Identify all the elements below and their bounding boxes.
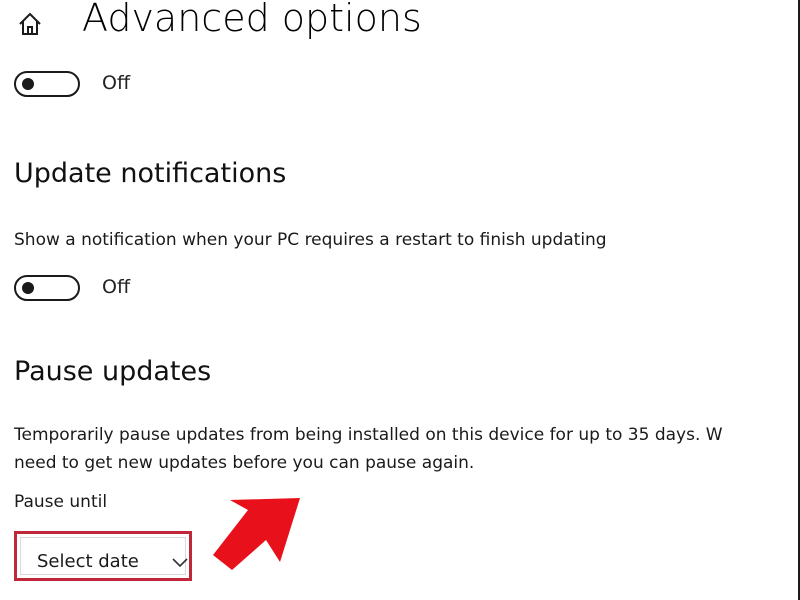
top-toggle-switch[interactable] [14,71,80,97]
select-date-dropdown[interactable]: Select date [14,531,192,581]
update-notifications-toggle-state: Off [102,276,131,298]
pause-updates-description-line1: Temporarily pause updates from being ins… [14,425,723,445]
chevron-down-icon [171,554,189,568]
toggle-knob [22,282,34,294]
page-title: Advanced options [82,0,422,40]
pause-updates-heading: Pause updates [14,356,212,387]
update-notifications-toggle[interactable] [14,275,80,301]
top-toggle-state: Off [102,72,131,94]
select-date-value: Select date [37,551,139,572]
red-arrow-annotation [210,470,310,570]
update-notifications-description: Show a notification when your PC require… [14,230,607,250]
home-icon[interactable] [17,11,43,37]
toggle-knob [22,78,34,90]
pause-until-label: Pause until [14,492,108,512]
select-date-field[interactable]: Select date [20,537,189,575]
update-notifications-heading: Update notifications [14,158,287,189]
advanced-options-page: Advanced options Off Update notification… [0,0,800,600]
